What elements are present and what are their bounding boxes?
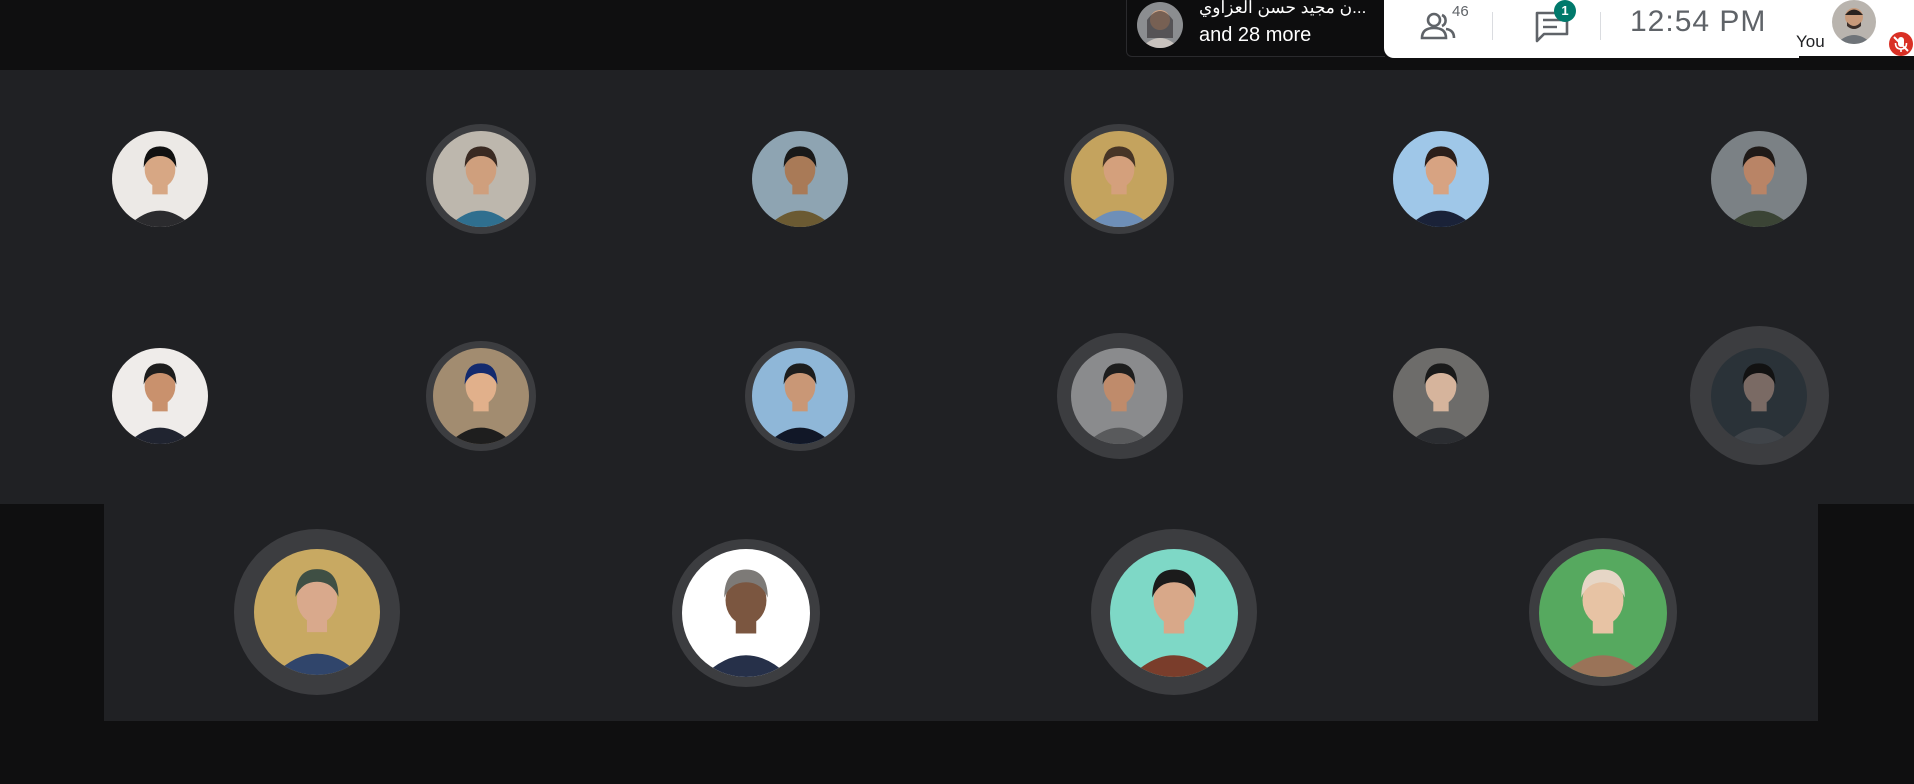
participant-tile[interactable] — [1711, 348, 1807, 444]
avatar-image — [1711, 348, 1807, 444]
meeting-controls: 46 1 12:54 PM — [1384, 0, 1799, 58]
avatar-image — [433, 348, 529, 444]
participant-tile[interactable] — [1539, 549, 1667, 677]
avatar-image — [1110, 549, 1238, 677]
more-participants-label: and 28 more — [1199, 24, 1312, 46]
avatar-image — [1393, 131, 1489, 227]
participant-tile[interactable] — [682, 549, 810, 677]
avatar-image — [1711, 131, 1807, 227]
participant-tile[interactable] — [1071, 348, 1167, 444]
participant-tile[interactable] — [1393, 348, 1489, 444]
participant-tile[interactable] — [112, 348, 208, 444]
presenter-avatar — [1137, 2, 1183, 48]
presenter-indicator[interactable]: ...ن مجيد حسن العزاوي and 28 more — [1126, 0, 1385, 57]
participant-tile[interactable] — [433, 348, 529, 444]
participant-tile[interactable] — [752, 348, 848, 444]
avatar-image — [254, 549, 380, 675]
avatar-image — [112, 348, 208, 444]
participant-tile[interactable] — [433, 131, 529, 227]
mic-off-icon — [1893, 36, 1909, 52]
self-avatar — [1832, 0, 1876, 44]
self-view[interactable]: You — [1792, 0, 1914, 56]
divider — [1600, 12, 1601, 40]
chat-unread-badge: 1 — [1554, 0, 1576, 22]
participant-tile[interactable] — [752, 131, 848, 227]
participant-tile[interactable] — [112, 131, 208, 227]
participant-tile[interactable] — [1393, 131, 1489, 227]
participant-grid — [0, 70, 1914, 504]
avatar-image — [1539, 549, 1667, 677]
avatar-image — [1071, 131, 1167, 227]
self-label: You — [1796, 32, 1825, 51]
avatar-image — [1071, 348, 1167, 444]
avatar-image — [682, 549, 810, 677]
divider — [1492, 12, 1493, 40]
meeting-clock: 12:54 PM — [1630, 5, 1767, 38]
avatar-image — [1393, 348, 1489, 444]
participant-tile[interactable] — [1071, 131, 1167, 227]
avatar-image — [752, 131, 848, 227]
participant-tile[interactable] — [254, 549, 380, 675]
people-count: 46 — [1452, 3, 1469, 20]
participant-tile[interactable] — [1110, 549, 1238, 677]
avatar-image — [112, 131, 208, 227]
participant-tile[interactable] — [1711, 131, 1807, 227]
presenter-name: ...ن مجيد حسن العزاوي — [1199, 0, 1367, 17]
avatar-image — [433, 131, 529, 227]
mic-off-indicator — [1889, 32, 1913, 56]
avatar-image — [752, 348, 848, 444]
